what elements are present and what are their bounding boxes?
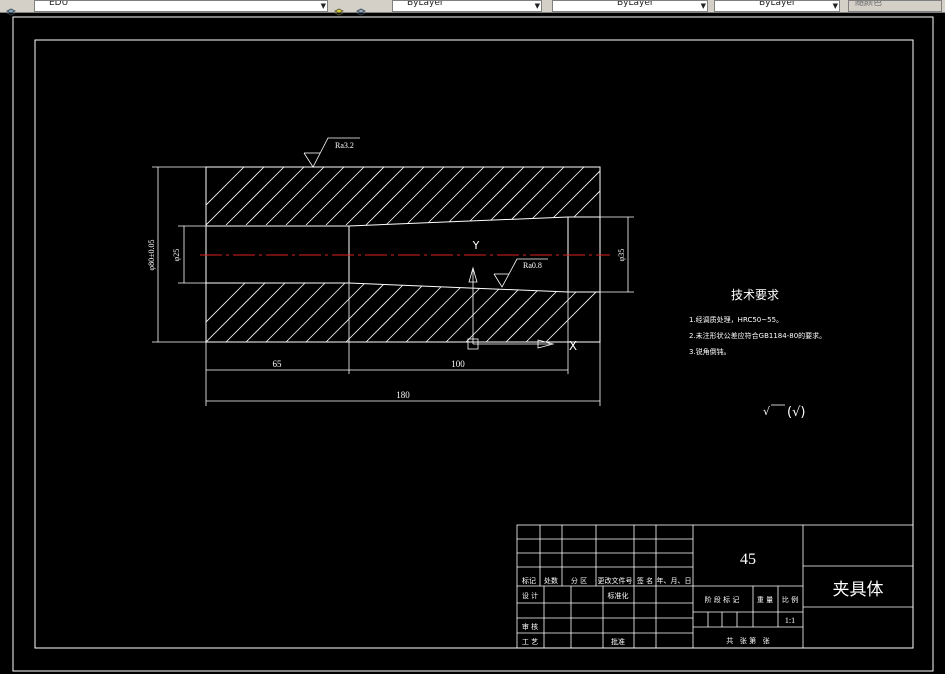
title-block-header-2: 处数 bbox=[544, 576, 558, 585]
title-block-header-5: 签 名 bbox=[637, 576, 653, 585]
lineweight-dropdown-value: ByLayer bbox=[759, 0, 796, 8]
hatch-upper-section bbox=[206, 167, 600, 225]
layer-previous-icon[interactable] bbox=[356, 1, 366, 16]
dim-len-65-text: 65 bbox=[273, 359, 283, 369]
title-block-scale-label: 比 例 bbox=[782, 595, 798, 604]
linetype-dropdown[interactable]: ByLayer ▼ bbox=[552, 0, 708, 12]
chevron-down-icon[interactable]: ▼ bbox=[321, 2, 326, 10]
plotstyle-dropdown-value: 随颜色 bbox=[855, 0, 883, 8]
tech-requirement-2: 2.未注形状公差应符合GB1184-80的要求。 bbox=[689, 331, 826, 340]
dim-lengths bbox=[205, 283, 601, 406]
layer-manager-icon[interactable] bbox=[6, 1, 16, 16]
title-block-header-4: 更改文件号 bbox=[598, 576, 633, 585]
color-dropdown[interactable]: ByLayer ▼ bbox=[392, 0, 542, 12]
title-block-stage: 阶 段 标 记 bbox=[705, 595, 740, 604]
title-block-standardize: 标准化 bbox=[608, 591, 629, 600]
tech-requirement-1: 1.经调质处理，HRC50~55。 bbox=[689, 315, 783, 324]
dim-bore-left-text: φ25 bbox=[172, 249, 181, 262]
roughness-other-paren: (√) bbox=[787, 405, 805, 420]
title-block-scale-value: 1:1 bbox=[785, 616, 795, 625]
title-block-approve: 批准 bbox=[611, 637, 625, 646]
hatch-lower-section bbox=[206, 283, 600, 342]
chevron-down-icon[interactable]: ▼ bbox=[535, 2, 540, 10]
title-block-weight: 重 量 bbox=[757, 596, 773, 604]
title-block-material: 45 bbox=[740, 551, 756, 568]
title-block-design: 设 计 bbox=[522, 591, 538, 600]
plotstyle-dropdown[interactable]: 随颜色 bbox=[848, 0, 942, 12]
color-dropdown-value: ByLayer bbox=[407, 0, 444, 8]
ucs-x-label: X bbox=[569, 339, 577, 353]
layer-dropdown[interactable]: EDU ▼ bbox=[34, 0, 328, 12]
dim-len-180-text: 180 bbox=[396, 390, 410, 400]
title-block-review: 审 核 bbox=[522, 622, 538, 631]
layer-dropdown-value: EDU bbox=[49, 0, 69, 8]
lineweight-dropdown[interactable]: ByLayer ▼ bbox=[714, 0, 840, 12]
title-block-header-6: 年、月、日 bbox=[657, 576, 692, 585]
title-block-sheet: 共 张 第 张 bbox=[726, 636, 770, 645]
title-block-header-1: 标记 bbox=[522, 576, 536, 585]
ucs-y-label: Y bbox=[472, 239, 480, 252]
dim-bore-right-text: φ35 bbox=[617, 249, 626, 262]
drawing-canvas[interactable]: φ80±0.05 φ25 φ35 65 100 180 Ra3.2 Ra0.8 bbox=[0, 12, 945, 674]
roughness-bore-text: Ra0.8 bbox=[523, 261, 542, 270]
title-block-process: 工 艺 bbox=[522, 638, 538, 646]
make-current-layer-icon[interactable] bbox=[334, 1, 344, 16]
tech-requirements-title: 技术要求 bbox=[731, 288, 779, 302]
linetype-dropdown-value: ByLayer bbox=[617, 0, 654, 8]
dim-len-100-text: 100 bbox=[451, 359, 465, 369]
chevron-down-icon[interactable]: ▼ bbox=[833, 2, 838, 10]
roughness-top-text: Ra3.2 bbox=[335, 141, 354, 150]
tech-requirement-3: 3.锐角倒钝。 bbox=[689, 347, 731, 356]
roughness-other-text: √ bbox=[763, 405, 771, 418]
chevron-down-icon[interactable]: ▼ bbox=[701, 2, 706, 10]
title-block-header-3: 分 区 bbox=[571, 576, 587, 585]
title-block-part-name: 夹具体 bbox=[833, 580, 884, 600]
dim-outer-diameter-text: φ80±0.05 bbox=[147, 239, 156, 270]
